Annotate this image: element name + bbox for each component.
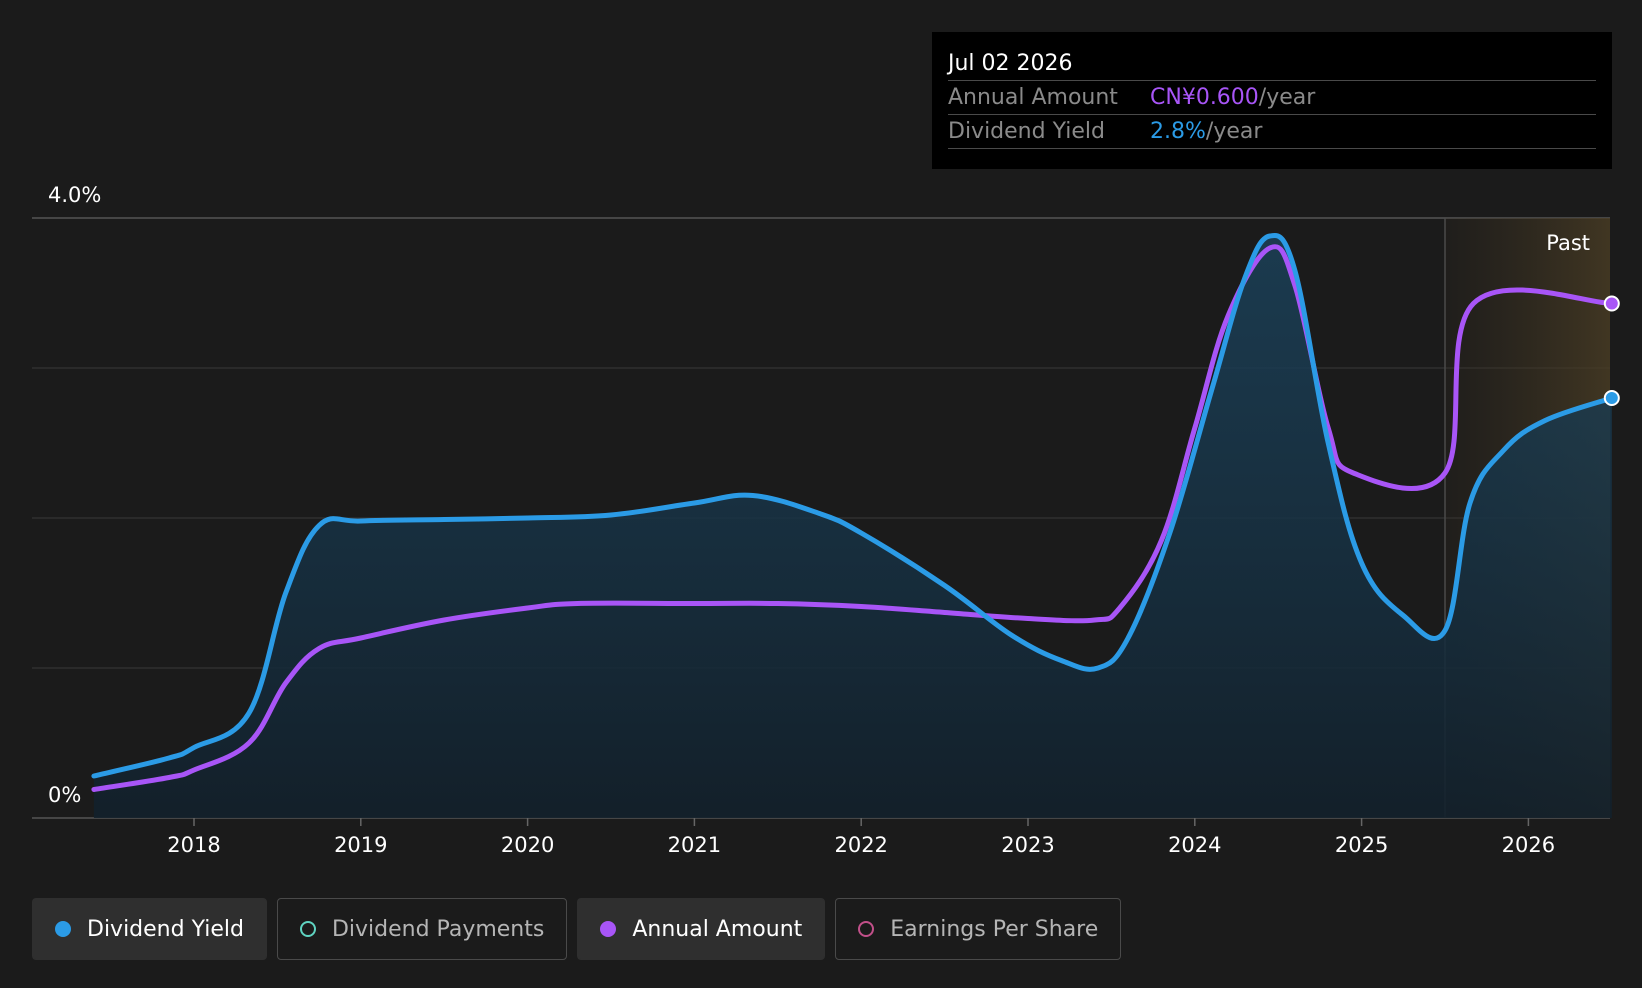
x-tick-label: 2019 [334,833,387,857]
legend-label: Earnings Per Share [890,916,1099,942]
legend-dividend-payments-button[interactable]: Dividend Payments [276,898,568,960]
legend-earnings-per-share-button[interactable]: Earnings Per Share [835,898,1122,960]
series-endpoint-dividend-yield [1603,390,1620,406]
x-tick-label: 2025 [1335,833,1388,857]
legend-annual-amount-button[interactable]: Annual Amount [577,898,826,960]
legend-label: Dividend Yield [87,916,244,942]
tooltip-row-dividend-yield: Dividend Yield 2.8% /year [948,114,1596,149]
y-tick-label: 4.0% [48,183,101,207]
hollow-dot-icon [299,921,316,937]
past-region-label: Past [1546,231,1590,255]
legend-label: Annual Amount [632,916,803,942]
chart-legend: Dividend Yield Dividend Payments Annual … [32,898,1122,960]
y-tick-label: 0% [48,783,81,807]
tooltip-label: Dividend Yield [948,119,1105,144]
x-tick-label: 2018 [167,833,220,857]
legend-dividend-yield-button[interactable]: Dividend Yield [32,898,267,960]
x-tick-label: 2026 [1502,833,1555,857]
tooltip-value: CN¥0.600 [1150,85,1259,110]
legend-label: Dividend Payments [331,916,545,942]
x-tick-label: 2021 [668,833,721,857]
series-endpoint-annual-amount [1603,295,1620,312]
tooltip-unit: /year [1205,119,1263,144]
tooltip-value: 2.8% [1150,119,1206,144]
hollow-dot-icon [858,921,875,937]
tooltip-row-annual-amount: Annual Amount CN¥0.600 /year [948,80,1596,114]
filled-dot-icon [600,921,617,937]
chart-tooltip: Jul 02 2026 Annual Amount CN¥0.600 /year… [932,32,1612,169]
x-tick-label: 2023 [1001,833,1054,857]
tooltip-unit: /year [1258,85,1316,110]
tooltip-label: Annual Amount [948,85,1118,110]
filled-dot-icon [55,921,71,937]
tooltip-date: Jul 02 2026 [948,51,1073,76]
x-tick-label: 2020 [501,833,554,857]
x-tick-label: 2024 [1168,833,1221,857]
x-tick-label: 2022 [834,833,887,857]
